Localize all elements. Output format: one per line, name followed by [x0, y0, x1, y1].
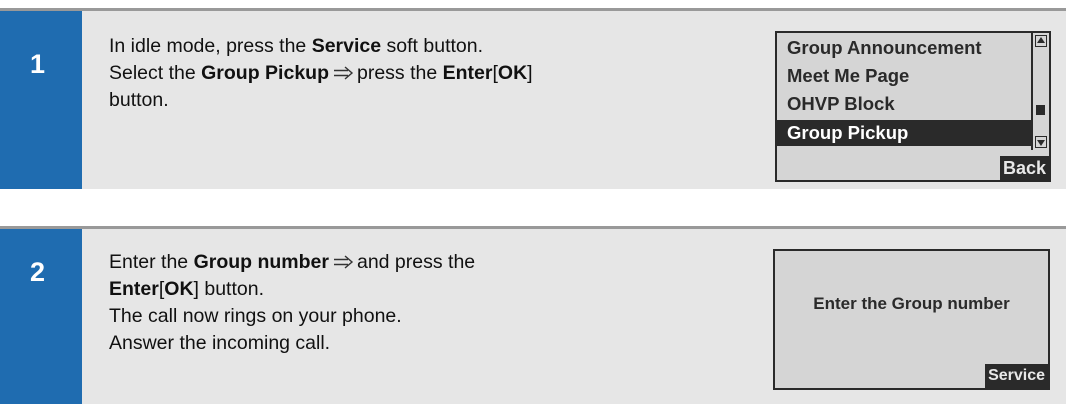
step-instructions: Enter the Group number and press the Ente… — [109, 249, 475, 357]
text-bold: Group Pickup — [201, 62, 329, 84]
instruction-line: Enter[OK] button. — [109, 276, 475, 303]
double-right-arrow-icon — [334, 66, 354, 80]
text: In idle mode, press the — [109, 35, 312, 57]
menu-item[interactable]: Meet Me Page — [777, 63, 1033, 89]
step-2-panel: 2 Enter the Group number and press the En… — [0, 226, 1066, 404]
menu-item[interactable]: OHVP Block — [777, 91, 1033, 117]
text: soft button. — [381, 35, 484, 57]
screen-prompt: Enter the Group number — [813, 294, 1010, 313]
step-number: 2 — [30, 257, 46, 287]
menu-item[interactable]: Group Announcement — [777, 35, 1033, 61]
text-bold: Group number — [193, 251, 329, 273]
step-instructions: In idle mode, press the Service soft but… — [109, 33, 533, 114]
instruction-line: Enter the Group number and press the — [109, 249, 475, 276]
text-bold: Enter — [442, 62, 493, 84]
scroll-down-icon[interactable] — [1035, 136, 1047, 148]
instruction-line: button. — [109, 89, 169, 111]
text: press the — [357, 62, 443, 84]
text: Enter the — [109, 251, 194, 273]
instruction-line: The call now rings on your phone. — [109, 305, 402, 327]
step-number: 1 — [30, 49, 46, 79]
instruction-line: In idle mode, press the Service soft but… — [109, 33, 533, 60]
menu-item-selected[interactable]: Group Pickup — [777, 120, 1033, 146]
text-bold: OK — [164, 278, 194, 300]
phone-screen: Enter the Group number Service — [773, 249, 1050, 390]
instruction-line: Select the Group Pickup press the Enter[O… — [109, 60, 533, 87]
step-number-badge: 1 — [0, 11, 82, 189]
text-bold: Service — [311, 35, 382, 57]
text-bold: OK — [497, 62, 528, 84]
step-1-panel: 1 In idle mode, press the Service soft b… — [0, 8, 1066, 189]
back-softkey[interactable]: Back — [999, 156, 1049, 180]
text: ] — [527, 62, 533, 84]
step-number-badge: 2 — [0, 229, 82, 404]
scroll-thumb[interactable] — [1036, 105, 1045, 115]
scroll-up-icon[interactable] — [1035, 35, 1047, 47]
text: ] button. — [193, 278, 264, 300]
instruction-line: Answer the incoming call. — [109, 332, 331, 354]
double-right-arrow-icon — [333, 255, 354, 269]
text: Select the — [109, 62, 202, 84]
phone-screen: Group Announcement Meet Me Page OHVP Blo… — [775, 31, 1051, 182]
scrollbar[interactable] — [1031, 33, 1049, 150]
text-bold: Enter — [109, 278, 159, 300]
service-softkey[interactable]: Service — [985, 364, 1048, 388]
text: and press the — [356, 251, 476, 273]
